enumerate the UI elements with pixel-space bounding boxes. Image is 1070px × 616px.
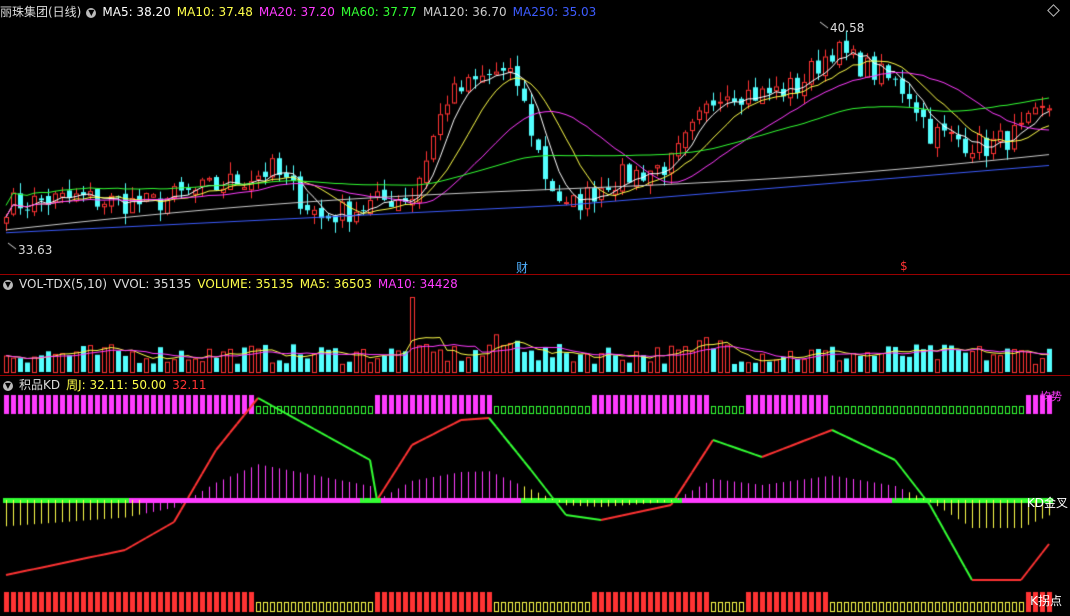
ma60-label: MA60: 37.77 — [340, 5, 417, 19]
stock-title[interactable]: 丽珠集团(日线) — [0, 5, 81, 19]
dividend-marker[interactable]: $ — [900, 259, 908, 273]
panel-divider — [0, 274, 1070, 275]
volume-label: VOLUME: 35135 — [197, 277, 294, 291]
ma10-label: MA10: 37.48 — [176, 5, 253, 19]
chevron-down-icon[interactable]: ▼ — [3, 380, 13, 391]
ma120-label: MA120: 36.70 — [422, 5, 507, 19]
kd-panel-header: ▼ 积品KD 周J: 32.11: 50.00 32.11 — [0, 377, 212, 393]
panel-divider — [0, 375, 1070, 376]
kd-title[interactable]: 积品KD — [19, 378, 60, 392]
kd-value-label: 32.11 — [172, 378, 207, 392]
kd-golden-cross-label: KD金叉 — [1026, 496, 1068, 510]
kd-turn-point-label: K拐点 — [1030, 594, 1062, 608]
ma20-label: MA20: 37.20 — [258, 5, 335, 19]
kd-mid-label: : 50.00 — [123, 378, 167, 392]
main-panel-header: 丽珠集团(日线) ▼ MA5: 38.20 MA10: 37.48 MA20: 37.2… — [0, 4, 602, 20]
chevron-down-icon[interactable]: ▼ — [86, 7, 97, 18]
chevron-down-icon[interactable]: ▼ — [3, 279, 13, 290]
vvol-label: VVOL: 35135 — [113, 277, 192, 291]
vol-ma10-label: MA10: 34428 — [377, 277, 458, 291]
ma5-label: MA5: 38.20 — [102, 5, 171, 19]
high-price-label: 40.58 — [830, 21, 865, 35]
low-price-label: 33.63 — [18, 243, 53, 257]
ma250-label: MA250: 35.03 — [512, 5, 597, 19]
vol-ma5-label: MA5: 36503 — [299, 277, 372, 291]
kd-j-label: 周J: 32.11 — [66, 378, 124, 392]
chart-canvas[interactable] — [0, 0, 1070, 616]
volume-title[interactable]: VOL-TDX(5,10) — [19, 277, 107, 291]
kd-top-right-label: 均势 — [1040, 390, 1062, 403]
volume-panel-header: ▼ VOL-TDX(5,10) VVOL: 35135 VOLUME: 35135 MA… — [0, 276, 464, 292]
